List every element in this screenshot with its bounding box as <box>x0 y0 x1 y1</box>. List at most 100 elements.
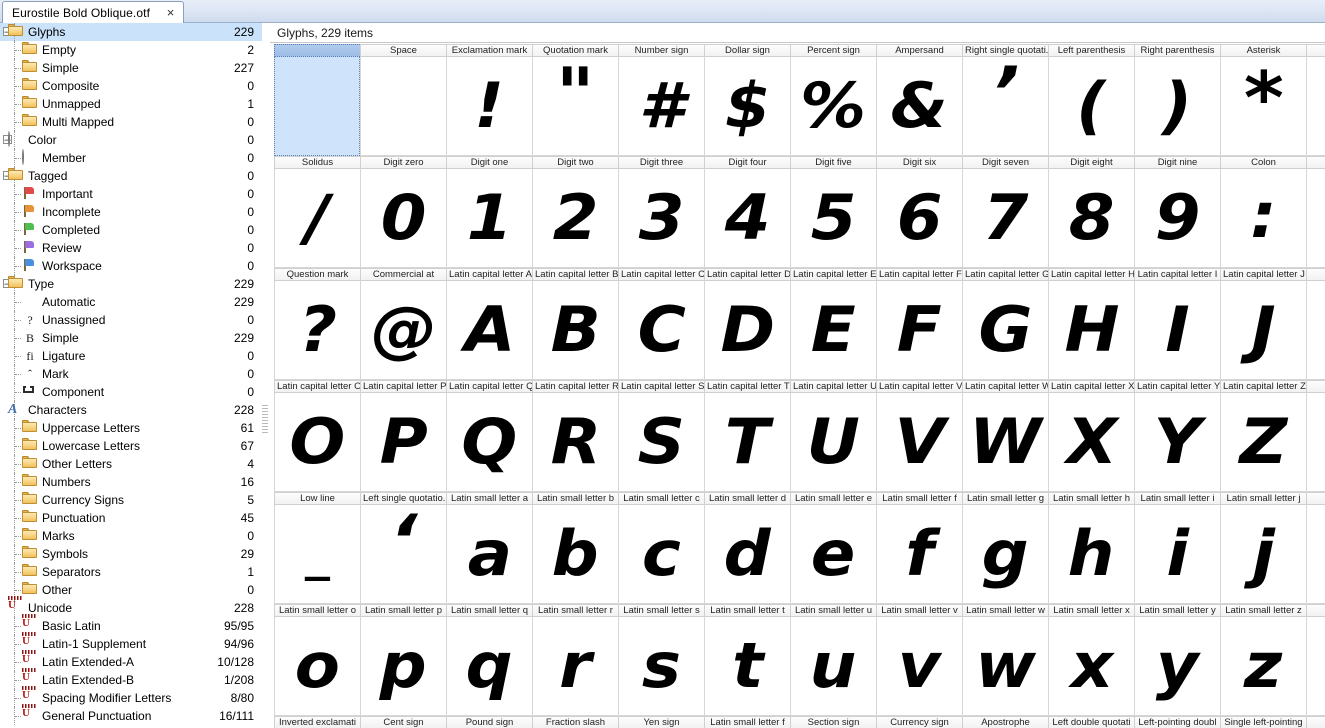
tree-item-mark[interactable]: ˆ Mark 0 <box>0 365 262 383</box>
glyph-cell[interactable]: Latin capital letter C C <box>618 268 704 380</box>
tree-item-marks[interactable]: Marks 0 <box>0 527 262 545</box>
glyph-cell[interactable]: Latin capital letter R R <box>532 380 618 492</box>
glyph-cell[interactable]: Currency sign <box>876 716 962 728</box>
glyph-cell[interactable]: Commercial at @ <box>360 268 446 380</box>
glyph-cell[interactable]: Latin capital letter F F <box>876 268 962 380</box>
tree-item-characters[interactable]: A Characters 228 <box>0 401 262 419</box>
glyph-cell[interactable]: Fraction slash <box>532 716 618 728</box>
glyph-cell[interactable]: Digit three 3 <box>618 156 704 268</box>
glyph-cell[interactable]: Latin small letter t t <box>704 604 790 716</box>
tree-item-spacing-modifier-letters[interactable]: USpacing Modifier Letters8/80 <box>0 686 262 707</box>
glyph-cell[interactable]: Latin capital letter Z Z <box>1220 380 1306 492</box>
glyph-cell[interactable]: Cent sign <box>360 716 446 728</box>
glyph-cell[interactable]: Latin capital letter B B <box>532 268 618 380</box>
glyph-cell[interactable]: Yen sign <box>618 716 704 728</box>
glyph-cell[interactable]: Latin small letter o o <box>274 604 360 716</box>
glyph-cell[interactable]: Digit one 1 <box>446 156 532 268</box>
tree-item-general-punctuation[interactable]: U General Punctuation 16/111 <box>0 704 262 725</box>
glyph-cell[interactable]: Apostrophe <box>962 716 1048 728</box>
tree-item-separators[interactable]: Separators 1 <box>0 563 262 581</box>
tree-item-unmapped[interactable]: Unmapped 1 <box>0 95 262 113</box>
tree-item-unassigned[interactable]: ? Unassigned 0 <box>0 311 262 329</box>
glyph-cell[interactable] <box>1306 156 1325 268</box>
tree-item-incomplete[interactable]: Incomplete 0 <box>0 203 262 221</box>
glyph-cell[interactable]: Latin capital letter J J <box>1220 268 1306 380</box>
tree-item-automatic[interactable]: Automatic 229 <box>0 293 262 311</box>
navigation-tree[interactable]: Glyphs 229 Empty 2 Simple 227 Composite 0 Unmapp… <box>0 23 262 728</box>
tree-item-lowercase-letters[interactable]: Lowercase Letters 67 <box>0 437 262 455</box>
glyph-cell[interactable]: Left parenthesis ( <box>1048 44 1134 156</box>
glyph-cell[interactable]: Digit eight 8 <box>1048 156 1134 268</box>
glyph-cell[interactable]: Space <box>360 44 446 156</box>
glyph-cell[interactable]: Left-pointing doubl <box>1134 716 1220 728</box>
glyph-cell[interactable]: Asterisk * <box>1220 44 1306 156</box>
tree-item-color[interactable]: Color 0 <box>0 131 262 149</box>
glyph-cell[interactable]: Latin small letter q q <box>446 604 532 716</box>
glyph-cell[interactable]: Latin capital letter E E <box>790 268 876 380</box>
tree-item-latin-extended-b[interactable]: ULatin Extended-B1/208 <box>0 668 262 689</box>
glyph-cell[interactable]: Latin capital letter Y Y <box>1134 380 1220 492</box>
glyph-cell[interactable]: Digit seven 7 <box>962 156 1048 268</box>
glyph-cell[interactable]: Latin capital letter H H <box>1048 268 1134 380</box>
tree-item-completed[interactable]: Completed 0 <box>0 221 262 239</box>
glyph-cell[interactable]: Latin small letter d d <box>704 492 790 604</box>
glyph-cell[interactable]: Latin small letter y y <box>1134 604 1220 716</box>
glyph-cell[interactable]: Percent sign% <box>790 44 876 156</box>
tree-item-unicode[interactable]: UUnicode228 <box>0 596 262 617</box>
glyph-cell[interactable]: Latin small letter r r <box>532 604 618 716</box>
glyph-cell[interactable]: Digit two 2 <box>532 156 618 268</box>
glyph-cell[interactable]: Latin small letter h h <box>1048 492 1134 604</box>
glyph-cell[interactable]: Section sign <box>790 716 876 728</box>
tree-item-punctuation[interactable]: Punctuation 45 <box>0 509 262 527</box>
glyph-cell[interactable]: Latin small letter z z <box>1220 604 1306 716</box>
glyph-cell[interactable]: Inverted exclamati <box>274 716 360 728</box>
glyph-cell[interactable]: Left single quotatio... ‘ <box>360 492 446 604</box>
glyph-cell[interactable]: Latin small letter g g <box>962 492 1048 604</box>
tree-item-tagged[interactable]: Tagged 0 <box>0 167 262 185</box>
glyph-cell[interactable]: Latin capital letter Q Q <box>446 380 532 492</box>
glyph-cell[interactable]: Exclamation mark! <box>446 44 532 156</box>
glyph-cell[interactable]: Latin <box>1306 268 1325 380</box>
glyph-cell[interactable]: Right parenthesis) <box>1134 44 1220 156</box>
glyph-cell[interactable]: Number sign # <box>618 44 704 156</box>
glyph-cell[interactable]: Latin small letter w w <box>962 604 1048 716</box>
close-icon[interactable]: × <box>164 6 177 20</box>
glyph-cell[interactable]: Lef <box>1306 604 1325 716</box>
tree-item-symbols[interactable]: Symbols 29 <box>0 545 262 563</box>
tree-item-other-letters[interactable]: Other Letters 4 <box>0 455 262 473</box>
glyph-cell[interactable]: Latin capital letter S S <box>618 380 704 492</box>
glyph-cell[interactable]: Singl <box>1306 716 1325 728</box>
glyph-cell[interactable]: Low line _ <box>274 492 360 604</box>
glyph-cell[interactable]: Latin small letter s s <box>618 604 704 716</box>
glyph-cell[interactable]: Latin capital letter V V <box>876 380 962 492</box>
glyph-cell[interactable]: Left double quotati <box>1048 716 1134 728</box>
tree-item-workspace[interactable]: Workspace 0 <box>0 257 262 275</box>
glyph-cell[interactable]: Latin small letter a a <box>446 492 532 604</box>
tree-item-basic-latin[interactable]: UBasic Latin95/95 <box>0 614 262 635</box>
glyph-cell[interactable]: Digit six 6 <box>876 156 962 268</box>
tree-item-ligature[interactable]: fi Ligature 0 <box>0 347 262 365</box>
tree-item-empty[interactable]: Empty 2 <box>0 41 262 59</box>
glyph-cell[interactable]: Latin small letter f f <box>876 492 962 604</box>
glyph-cell[interactable]: Digit nine 9 <box>1134 156 1220 268</box>
tree-item-type[interactable]: Type 229 <box>0 275 262 293</box>
tree-item-review[interactable]: Review 0 <box>0 239 262 257</box>
glyph-cell[interactable] <box>1306 44 1325 156</box>
tree-item-numbers[interactable]: Numbers 16 <box>0 473 262 491</box>
glyph-cell[interactable]: Latin capital letter A A <box>446 268 532 380</box>
glyph-cell[interactable]: Question mark? <box>274 268 360 380</box>
glyph-cell[interactable]: Latin capital letter I I <box>1134 268 1220 380</box>
glyph-cell[interactable]: Solidus / <box>274 156 360 268</box>
glyph-cell[interactable]: Latin capital letter P P <box>360 380 446 492</box>
glyph-cell[interactable]: Dollar sign $ <box>704 44 790 156</box>
tab-eurostile-bold-oblique[interactable]: Eurostile Bold Oblique.otf × <box>2 1 184 23</box>
glyph-cell[interactable]: Colon: <box>1220 156 1306 268</box>
tree-item-multi-mapped[interactable]: Multi Mapped 0 <box>0 113 262 131</box>
tree-item-glyphs[interactable]: Glyphs 229 <box>0 23 262 41</box>
tree-item-composite[interactable]: Composite 0 <box>0 77 262 95</box>
glyph-cell[interactable]: Latin capital letter G G <box>962 268 1048 380</box>
tree-item-uppercase-letters[interactable]: Uppercase Letters 61 <box>0 419 262 437</box>
glyph-cell[interactable]: Quotation mark " <box>532 44 618 156</box>
tree-item-important[interactable]: Important 0 <box>0 185 262 203</box>
glyph-cell[interactable]: Latin small letter c c <box>618 492 704 604</box>
